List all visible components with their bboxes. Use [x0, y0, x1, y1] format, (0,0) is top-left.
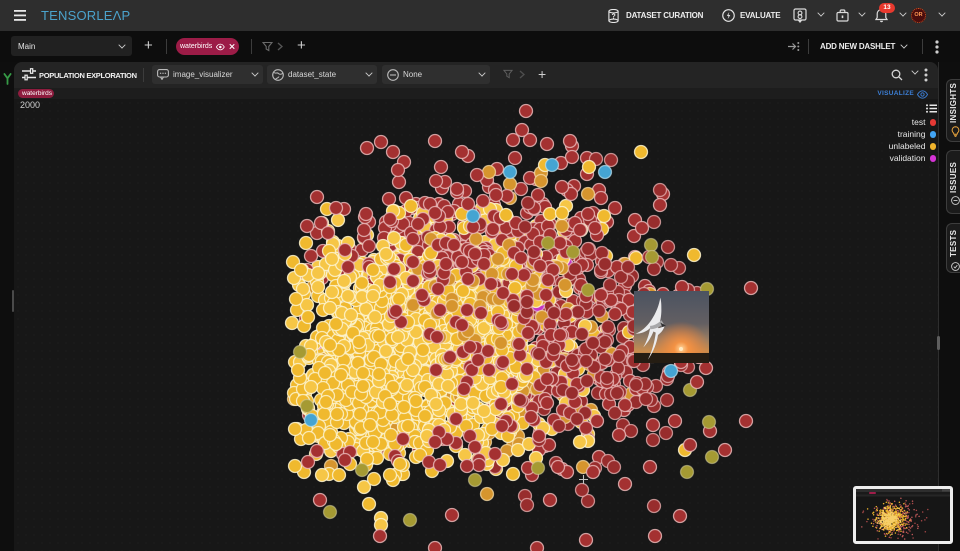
- svg-text:?: ?: [611, 13, 615, 20]
